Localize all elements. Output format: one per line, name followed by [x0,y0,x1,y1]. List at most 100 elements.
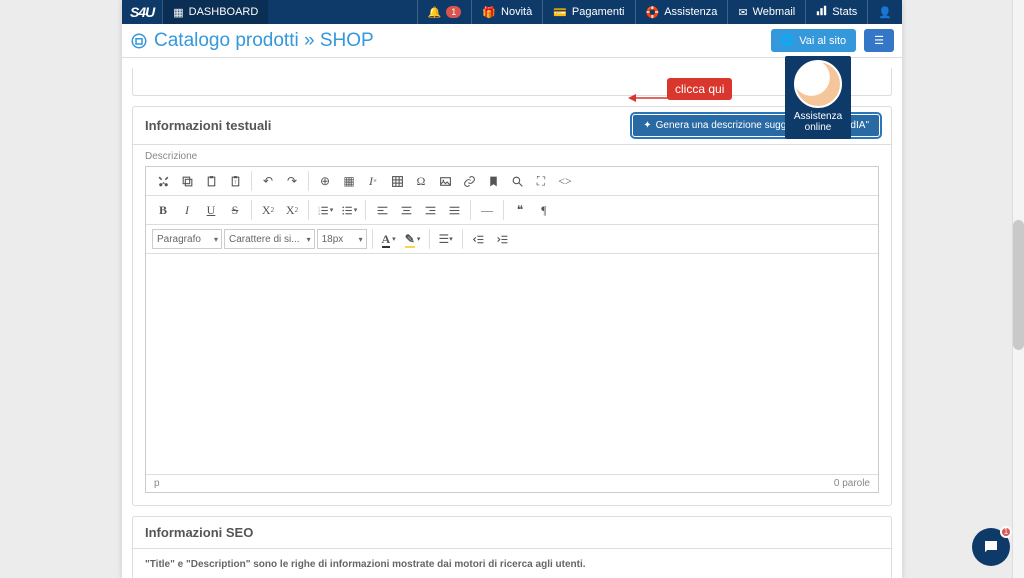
editor-toolbar-2: B I U S X2 X2 123▾ ▾ — [146,196,878,225]
separator [251,200,252,220]
top-nav: S4U ▦ DASHBOARD 🔔 1 🎁 Novità 💳 Pagamenti… [122,0,902,24]
underline-icon[interactable]: U [200,200,222,220]
separator [308,171,309,191]
gift-icon: 🎁 [482,6,496,19]
bold-icon[interactable]: B [152,200,174,220]
page-title: Catalogo prodotti » SHOP [130,30,763,52]
separator [308,200,309,220]
insert-icon[interactable]: ⊕ [314,171,336,191]
editor-textarea[interactable] [146,254,878,474]
outdent-icon[interactable] [468,229,490,249]
bookmark-icon[interactable] [482,171,504,191]
fullscreen-icon[interactable]: ⛶ [530,171,552,191]
indent-icon[interactable] [492,229,514,249]
quote-icon[interactable]: ❝ [509,200,531,220]
nav-stats[interactable]: Stats [805,0,867,24]
subheader: Catalogo prodotti » SHOP 🌐 Vai al sito ☰ [122,24,902,58]
redo-icon[interactable]: ↷ [281,171,303,191]
user-icon: 👤 [878,6,892,19]
layout-icon[interactable]: ▦ [338,171,360,191]
strike-icon[interactable]: S [224,200,246,220]
pilcrow-icon[interactable]: ¶ [533,200,555,220]
separator [503,200,504,220]
align-right-icon[interactable] [419,200,441,220]
grid-icon: ▦ [173,6,183,19]
link-icon[interactable] [458,171,480,191]
char-icon[interactable]: Ω [410,171,432,191]
copy-icon[interactable] [176,171,198,191]
catalog-icon [130,32,148,50]
nav-pagamenti[interactable]: 💳 Pagamenti [542,0,634,24]
superscript-icon[interactable]: X2 [281,200,303,220]
align-center-icon[interactable] [395,200,417,220]
image-icon[interactable] [434,171,456,191]
text-color-icon[interactable]: A▾ [378,229,400,249]
table-icon[interactable] [386,171,408,191]
clear-format-icon[interactable]: I× [362,171,384,191]
separator [372,229,373,249]
font-select[interactable]: Carattere di si... [224,229,315,249]
hr-icon[interactable]: — [476,200,498,220]
subscript-icon[interactable]: X2 [257,200,279,220]
separator [365,200,366,220]
nav-notifications[interactable]: 🔔 1 [417,0,472,24]
highlight-color-icon[interactable]: ✎▾ [402,229,424,249]
chat-icon [982,538,1000,556]
nav-assistenza[interactable]: 🛟 Assistenza [635,0,728,24]
nav-user[interactable]: 👤 [867,0,902,24]
panel-text-info: Informazioni testuali ✦ Genera una descr… [132,106,892,506]
italic-icon[interactable]: I [176,200,198,220]
bell-icon: 🔔 [428,6,442,19]
nav-novita-label: Novità [501,6,532,18]
format-select[interactable]: Paragrafo [152,229,222,249]
align-left-icon[interactable] [371,200,393,220]
assistance-widget[interactable]: Assistenza online [785,56,851,139]
chat-badge: 1 [1000,526,1012,538]
svg-text:T: T [234,179,237,184]
nav-webmail[interactable]: ✉ Webmail [727,0,805,24]
description-label: Descrizione [145,151,891,162]
editor-wordcount: 0 parole [834,478,870,489]
paste-text-icon[interactable]: T [224,171,246,191]
panel-seo-body: "Title" e "Description" sono le righe di… [133,549,891,578]
chat-fab-button[interactable]: 1 [972,528,1010,566]
assistance-label-1: Assistenza [787,111,849,122]
nav-dashboard-label: DASHBOARD [189,6,259,18]
ul-icon[interactable]: ▾ [338,200,360,220]
visit-site-button[interactable]: 🌐 Vai al sito [771,29,857,52]
visit-site-label: Vai al sito [799,35,846,47]
editor-path: p [154,478,160,489]
sparkle-icon: ✦ [643,120,651,131]
align-justify-icon[interactable] [443,200,465,220]
editor-toolbar-3: Paragrafo Carattere di si... 18px A▾ ✎▾ … [146,225,878,254]
prev-panel-tail [132,68,892,96]
paste-icon[interactable] [200,171,222,191]
size-select[interactable]: 18px [317,229,367,249]
scrollbar-thumb[interactable] [1013,220,1024,350]
page-scrollbar[interactable] [1012,0,1024,578]
svg-text:3: 3 [318,211,320,215]
separator [251,171,252,191]
panel-seo-head: Informazioni SEO [133,517,891,549]
nav-novita[interactable]: 🎁 Novità [471,0,542,24]
line-height-icon[interactable]: ☰▾ [435,229,457,249]
separator [470,200,471,220]
life-ring-icon: 🛟 [646,6,660,19]
panel-text-head: Informazioni testuali ✦ Genera una descr… [133,107,891,145]
assistant-avatar [794,60,842,108]
nav-dashboard[interactable]: ▦ DASHBOARD [162,0,268,24]
find-icon[interactable] [506,171,528,191]
nav-assistenza-label: Assistenza [664,6,717,18]
undo-icon[interactable]: ↶ [257,171,279,191]
menu-toggle-button[interactable]: ☰ [864,29,894,52]
panel-seo-title: Informazioni SEO [145,525,253,540]
nav-pagamenti-label: Pagamenti [572,6,625,18]
separator [462,229,463,249]
code-icon[interactable]: <> [554,171,576,191]
cut-icon[interactable] [152,171,174,191]
menu-icon: ☰ [874,34,884,47]
editor-toolbar-1: T ↶ ↷ ⊕ ▦ I× Ω ⛶ <> [146,167,878,196]
ol-icon[interactable]: 123▾ [314,200,336,220]
brand-logo: S4U [122,0,162,24]
seo-intro-text: "Title" e "Description" sono le righe di… [145,559,879,570]
